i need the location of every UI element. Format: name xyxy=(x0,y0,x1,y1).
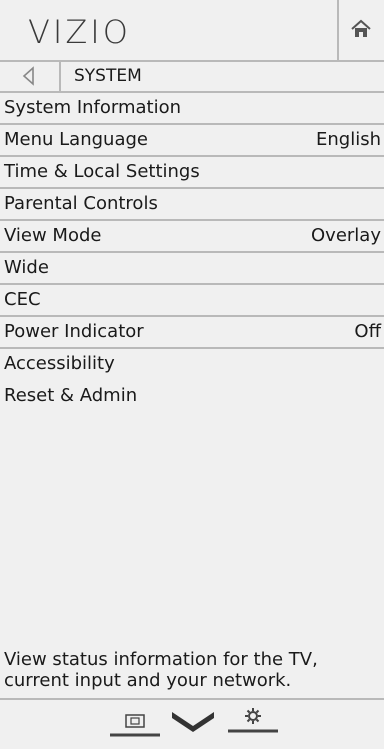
menu-item-label: View Mode xyxy=(4,225,102,246)
menu-item-label: Parental Controls xyxy=(4,193,158,214)
home-button[interactable] xyxy=(337,0,384,60)
vizio-v-icon[interactable] xyxy=(170,710,216,734)
menu-item-label: Power Indicator xyxy=(4,321,144,342)
settings-icon[interactable] xyxy=(228,706,278,734)
back-button[interactable] xyxy=(0,60,61,91)
home-icon xyxy=(351,19,371,37)
menu-item-time-local-settings[interactable]: Time & Local Settings xyxy=(0,157,384,189)
menu-item-accessibility[interactable]: Accessibility xyxy=(0,349,384,381)
menu-item-value: Off xyxy=(354,321,381,342)
breadcrumb: SYSTEM xyxy=(0,60,384,93)
menu-item-label: Time & Local Settings xyxy=(4,161,200,182)
menu-item-view-mode[interactable]: View Mode Overlay xyxy=(0,221,384,253)
header: VIZIO xyxy=(0,0,384,62)
vizio-logo: VIZIO xyxy=(28,13,131,51)
menu-item-label: Accessibility xyxy=(4,353,115,374)
input-icon[interactable] xyxy=(110,714,160,738)
menu-item-cec[interactable]: CEC xyxy=(0,285,384,317)
settings-panel: VIZIO SYSTEM System Information Menu Lan… xyxy=(0,0,384,749)
back-arrow-icon xyxy=(22,66,34,86)
menu-item-menu-language[interactable]: Menu Language English xyxy=(0,125,384,157)
breadcrumb-label: SYSTEM xyxy=(74,66,142,86)
menu-item-label: CEC xyxy=(4,289,41,310)
menu-item-label: System Information xyxy=(4,97,182,118)
menu-item-parental-controls[interactable]: Parental Controls xyxy=(0,189,384,221)
menu-item-wide[interactable]: Wide xyxy=(0,253,384,285)
menu-item-value: English xyxy=(316,129,381,150)
menu-item-label: Menu Language xyxy=(4,129,148,150)
footer-nav xyxy=(0,698,384,749)
menu-item-reset-admin[interactable]: Reset & Admin xyxy=(0,381,384,413)
menu-item-value: Overlay xyxy=(311,225,381,246)
menu-item-label: Reset & Admin xyxy=(4,385,138,406)
menu-item-power-indicator[interactable]: Power Indicator Off xyxy=(0,317,384,349)
menu-list: System Information Menu Language English… xyxy=(0,93,384,413)
menu-item-label: Wide xyxy=(4,257,49,278)
menu-item-system-information[interactable]: System Information xyxy=(0,93,384,125)
help-text: View status information for the TV, curr… xyxy=(4,649,318,691)
